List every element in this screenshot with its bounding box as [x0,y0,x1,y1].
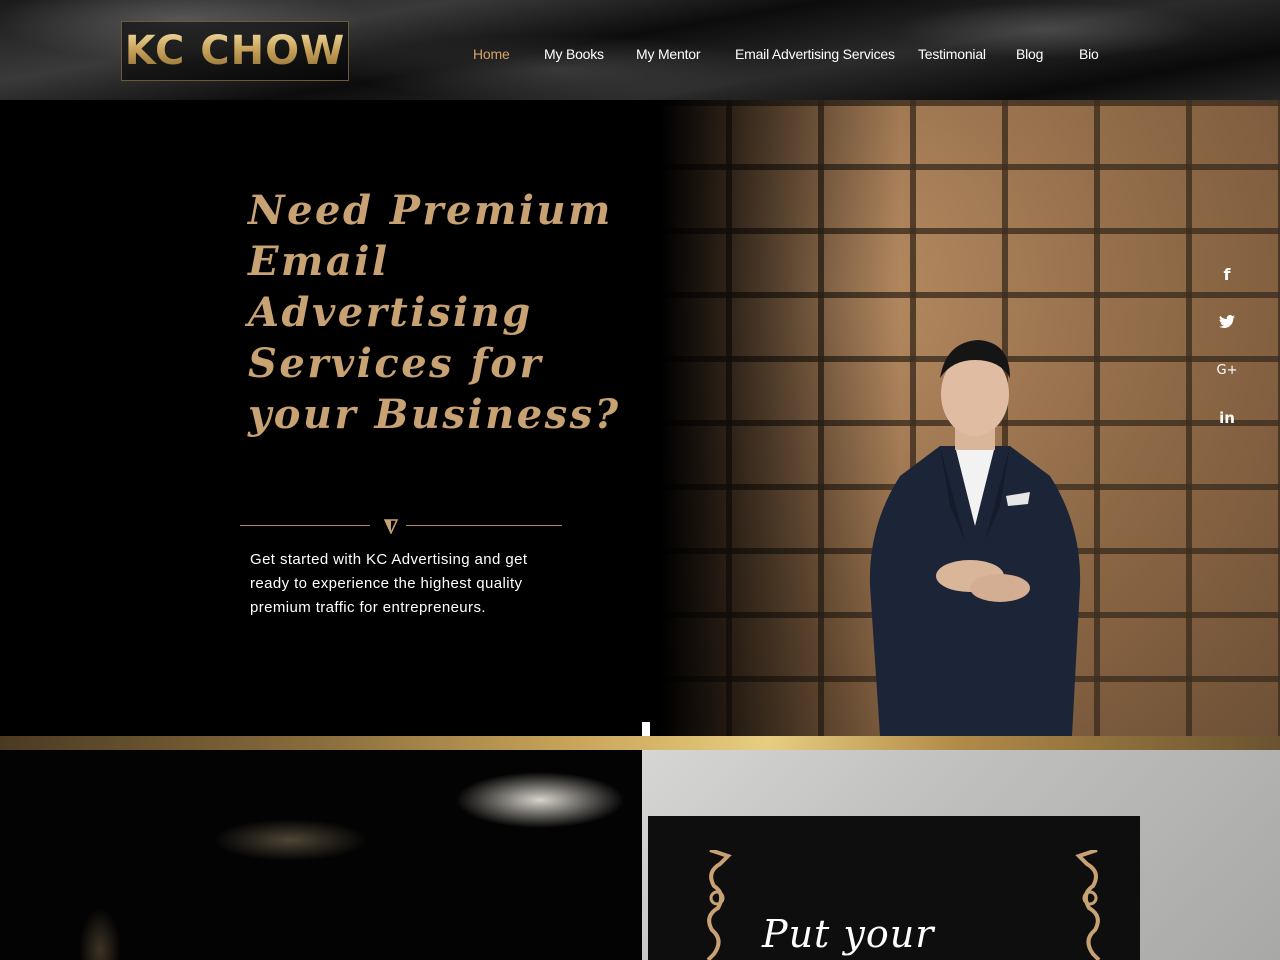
nav-item-testimonial[interactable]: Testimonial [918,46,986,62]
hero-image-fade [600,100,900,736]
twitter-bird-shape [1219,315,1235,329]
linkedin-icon[interactable]: in [1212,406,1242,430]
satin-fabric-photo [0,750,642,960]
ornament-left-icon [706,850,732,960]
promo-heading: Put your [762,912,935,956]
divider-line-left [240,525,370,526]
gold-divider-bar [0,736,1280,750]
twitter-icon[interactable] [1212,310,1242,334]
brand-logo[interactable]: KC CHOW [121,21,349,81]
nav-item-bio[interactable]: Bio [1079,46,1099,62]
section-notch [642,722,650,736]
logo-text: KC CHOW [124,28,346,74]
divider-line-right [406,525,562,526]
nav-item-home[interactable]: Home [473,46,510,62]
diamond-icon [384,519,398,534]
nav-item-my-mentor[interactable]: My Mentor [636,46,701,62]
ornamental-divider [240,518,562,534]
site-header: KC CHOW Home My Books My Mentor Email Ad… [0,0,1280,100]
google-plus-icon[interactable]: G+ [1212,358,1242,382]
nav-item-email-advertising-services[interactable]: Email Advertising Services [735,46,895,62]
nav-item-blog[interactable]: Blog [1016,46,1043,62]
ornament-right-icon [1075,850,1101,960]
man-in-suit-photo [869,340,1081,736]
hero-section: Need Premium Email Advertising Services … [0,100,1280,736]
hero-intro-text: Get started with KC Advertising and get … [250,551,528,616]
hero-headline: Need Premium Email Advertising Services … [248,187,621,438]
nav-item-my-books[interactable]: My Books [544,46,604,62]
facebook-icon[interactable]: f [1212,262,1242,286]
